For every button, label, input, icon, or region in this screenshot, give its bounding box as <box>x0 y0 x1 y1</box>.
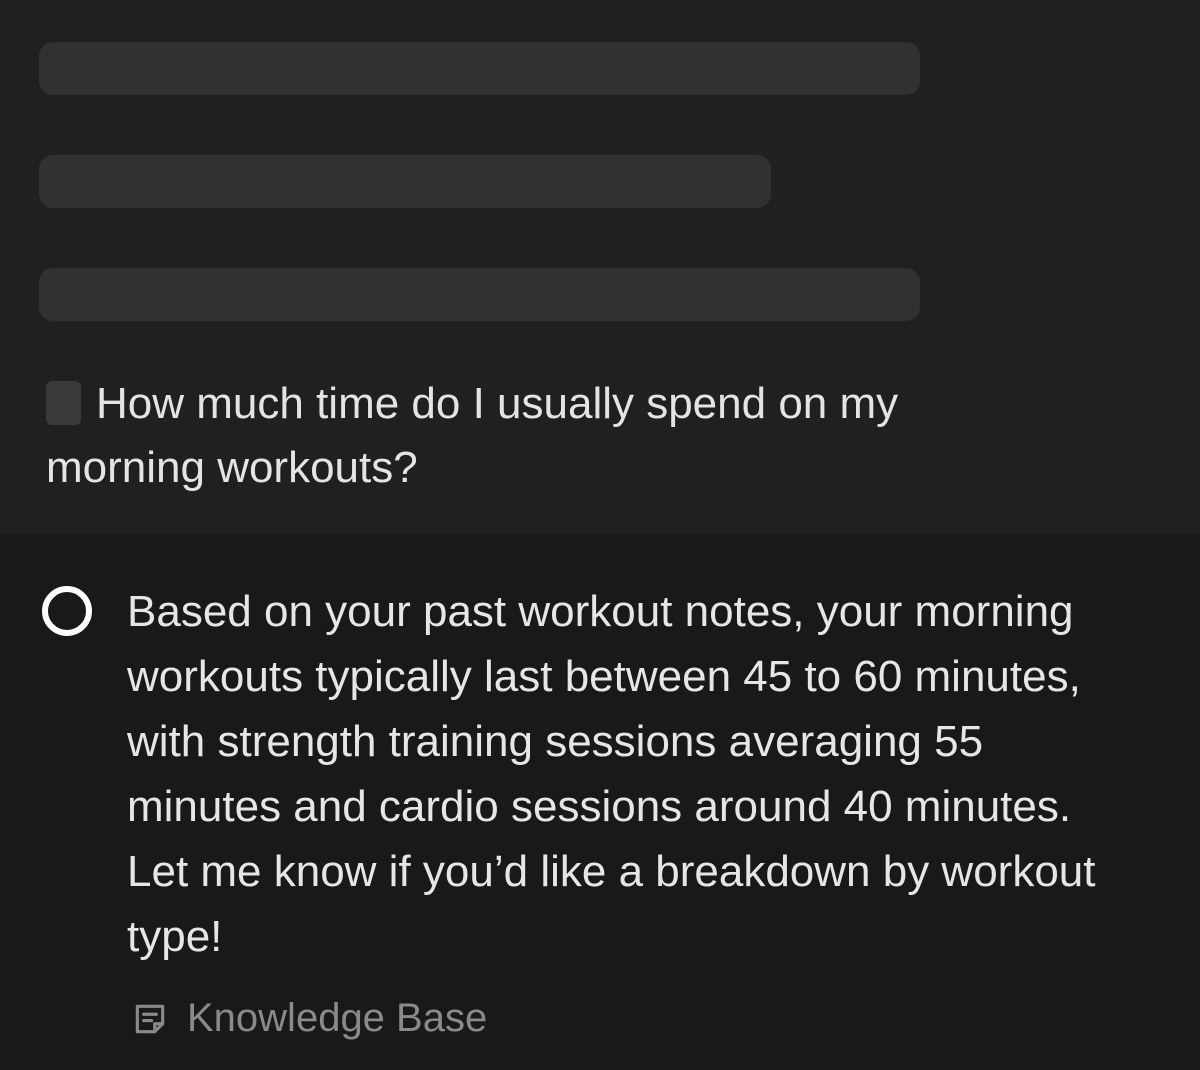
user-avatar <box>46 381 81 425</box>
source-citation[interactable]: Knowledge Base <box>131 992 487 1044</box>
loading-placeholder-line <box>39 155 771 208</box>
answer-panel: Based on your past workout notes, your m… <box>0 534 1200 1070</box>
user-question: How much time do I usually spend on my m… <box>46 372 1046 500</box>
loading-placeholder-line <box>39 42 920 95</box>
note-icon <box>131 999 169 1037</box>
chat-view: How much time do I usually spend on my m… <box>0 0 1200 1070</box>
loading-placeholder-line <box>39 268 920 321</box>
question-panel: How much time do I usually spend on my m… <box>0 0 1200 534</box>
assistant-status-icon <box>42 586 92 636</box>
question-text: How much time do I usually spend on my m… <box>46 379 899 492</box>
assistant-answer: Based on your past workout notes, your m… <box>127 587 1096 961</box>
source-label: Knowledge Base <box>187 996 488 1040</box>
